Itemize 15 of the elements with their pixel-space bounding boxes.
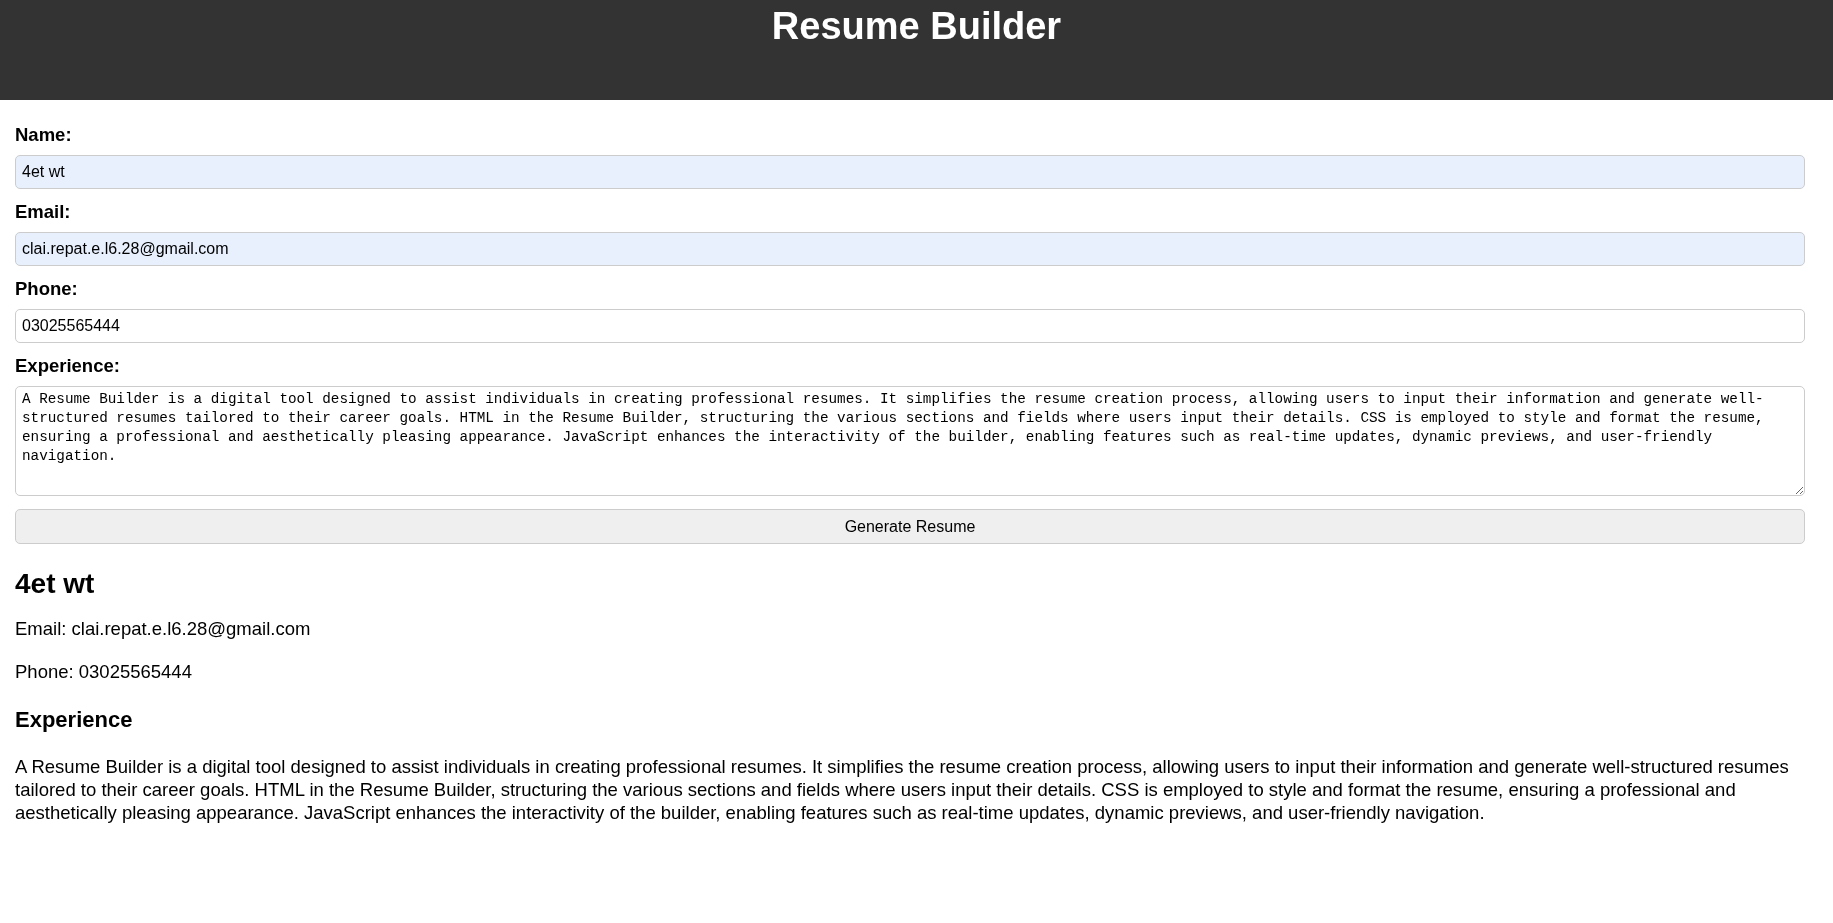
- field-label: Name:: [15, 124, 72, 146]
- field-label: Email:: [15, 201, 71, 223]
- section-heading: Experience: [15, 707, 134, 733]
- text-area[interactable]: A Resume Builder is a digital tool designed to assist individuals in creating professional resumes. It simplifies the resume creation process, allowing users to input their information and generate well-structured resumes tailored to their career goals. HTML in the Resume Builder, structuring the various sections and fields where users input their details. CSS is employed to style and format the resume, ensuring a professional and aesthetically pleasing appearance. JavaScript enhances the interactivity of the builder, enabling features such as real-time updates, dynamic previews, and user-friendly navigation.: [15, 386, 1805, 496]
- input-field[interactable]: clai.repat.e.l6.28@gmail.com: [15, 232, 1805, 266]
- resume-detail: Email: clai.repat.e.l6.28@gmail.com: [15, 618, 312, 640]
- field-label: Phone:: [15, 278, 78, 300]
- generate-resume-button[interactable]: Generate Resume: [15, 509, 1805, 544]
- resume-detail: Phone: 03025565444: [15, 661, 193, 683]
- page-title: Resume Builder: [771, 4, 1062, 48]
- resume-name: 4et wt: [15, 568, 96, 600]
- field-label: Experience:: [15, 355, 120, 377]
- input-field[interactable]: 4et wt: [15, 155, 1805, 189]
- section-text: A Resume Builder is a digital tool designed to assist individuals in creating professional resumes. It simplifies the resume creation process, allowing users to input their information and generate well-structured resumes tailored to their career goals. HTML in the Resume Builder, structuring the various sections and fields where users input their details. CSS is employed to style and format the resume, ensuring a professional and aesthetically pleasing appearance. JavaScript enhances the interactivity of the builder, enabling features such as real-time updates, dynamic previews, and user-friendly navigation.: [15, 755, 1790, 824]
- input-field[interactable]: 03025565444: [15, 309, 1805, 343]
